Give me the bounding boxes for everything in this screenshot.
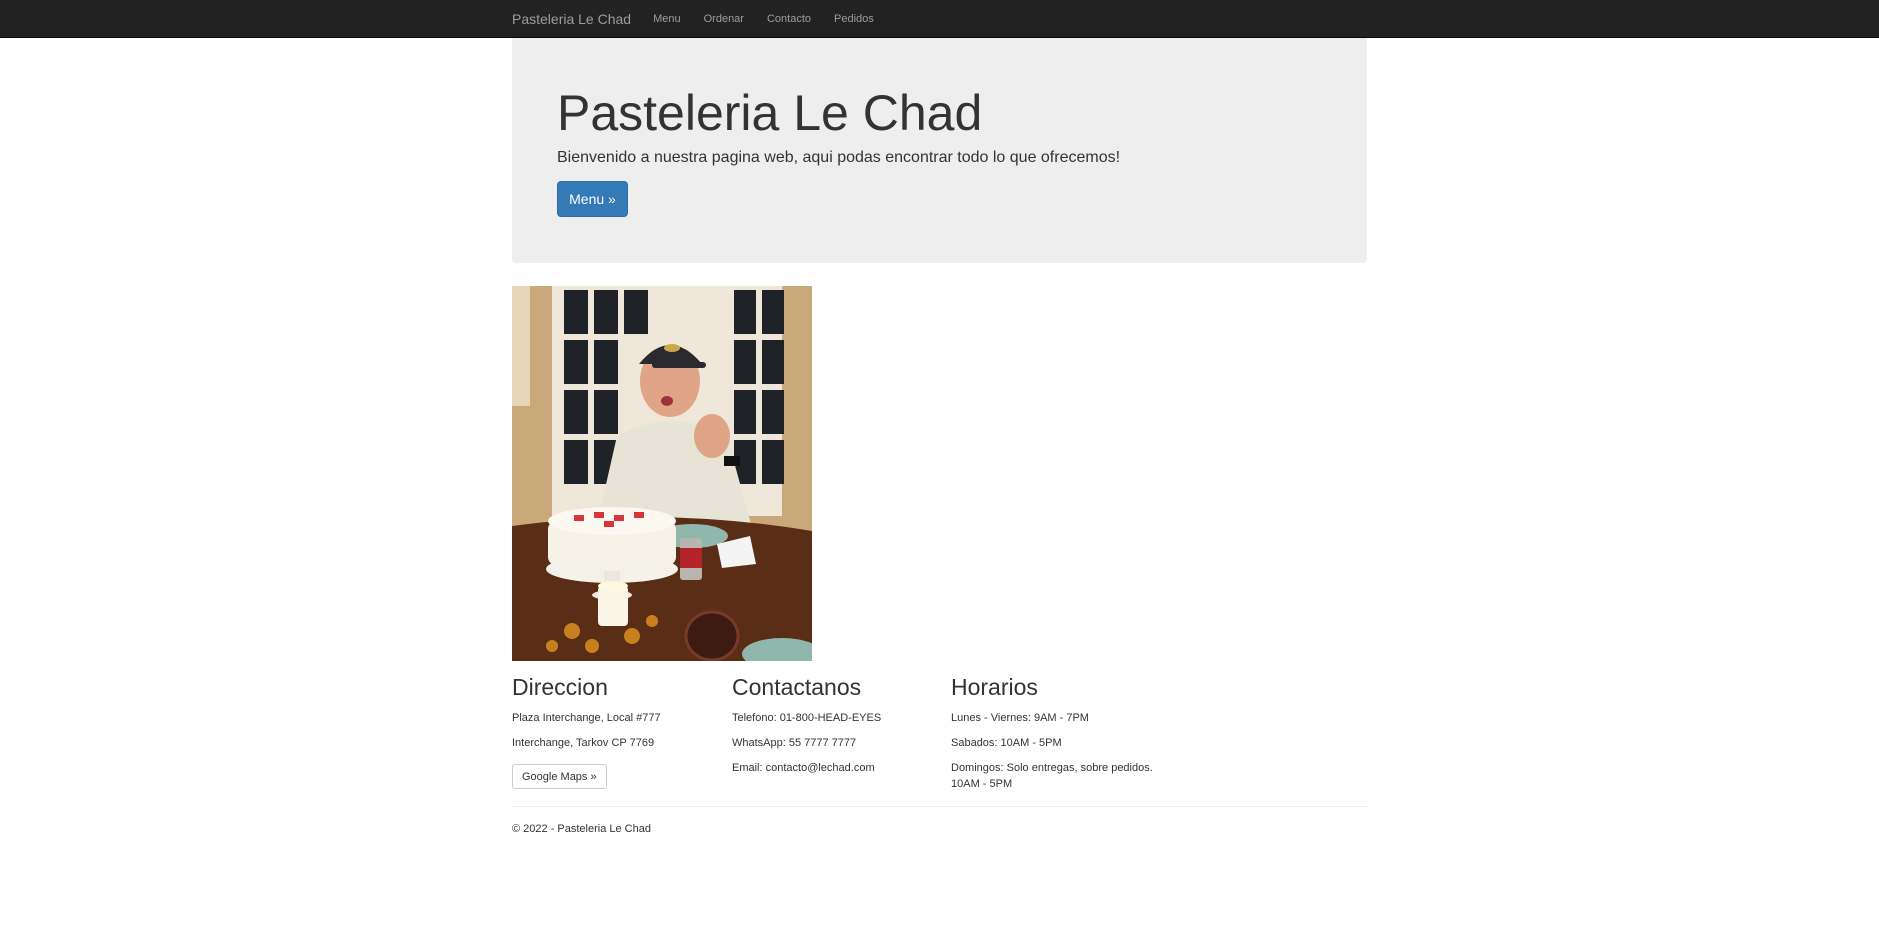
contacto-email: Email: contacto@lechad.com (732, 762, 875, 775)
direccion-line-1: Plaza Interchange, Local #777 (512, 711, 661, 724)
horarios-column: Horarios Lunes - Viernes: 9AM - 7PM Saba… (951, 674, 1161, 792)
navbar-brand[interactable]: Pasteleria Le Chad (512, 11, 631, 27)
nav-link-contacto[interactable]: Contacto (767, 13, 811, 25)
top-navbar: Pasteleria Le Chad Menu Ordenar Contacto… (0, 0, 1879, 38)
nav-link-ordenar[interactable]: Ordenar (704, 13, 744, 25)
hero-title: Pasteleria Le Chad (557, 85, 983, 141)
contacto-whatsapp: WhatsApp: 55 7777 7777 (732, 736, 857, 749)
contacto-heading: Contactanos (732, 674, 862, 700)
contacto-telefono: Telefono: 01-800-HEAD-EYES (732, 711, 882, 724)
contacto-column: Contactanos Telefono: 01-800-HEAD-EYES W… (732, 674, 942, 787)
cake-photo (512, 286, 812, 661)
nav-link-menu[interactable]: Menu (653, 13, 681, 25)
horarios-weekdays: Lunes - Viernes: 9AM - 7PM (951, 711, 1089, 724)
direccion-column: Direccion Plaza Interchange, Local #777 … (512, 674, 722, 790)
horarios-sunday: Domingos: Solo entregas, sobre pedidos. (951, 762, 1153, 775)
hero-subtitle: Bienvenido a nuestra pagina web, aqui po… (557, 149, 1121, 166)
direccion-line-2: Interchange, Tarkov CP 7769 (512, 736, 655, 749)
navbar-inner: Pasteleria Le Chad Menu Ordenar Contacto… (512, 0, 897, 38)
footer-divider (512, 806, 1367, 807)
hero-jumbotron: Pasteleria Le Chad Bienvenido a nuestra … (512, 38, 1367, 263)
google-maps-button[interactable]: Google Maps » (512, 764, 607, 790)
nav-link-pedidos[interactable]: Pedidos (834, 13, 874, 25)
horarios-saturday: Sabados: 10AM - 5PM (951, 736, 1062, 749)
direccion-heading: Direccion (512, 674, 608, 700)
hero-menu-button[interactable]: Menu » (557, 181, 628, 217)
horarios-sunday-hours: 10AM - 5PM (951, 777, 1013, 790)
horarios-heading: Horarios (951, 674, 1038, 700)
footer-copyright: © 2022 - Pasteleria Le Chad (512, 823, 651, 835)
